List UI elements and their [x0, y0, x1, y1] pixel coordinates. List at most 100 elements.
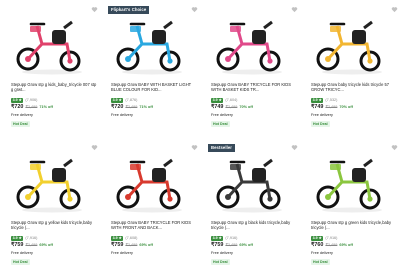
tricycle-image	[316, 158, 382, 213]
product-title[interactable]: Stepupp Grow stp g kids_baby_tricycle 00…	[11, 82, 97, 93]
discount: 70% off	[339, 105, 353, 109]
heart-icon	[91, 145, 98, 151]
product-card[interactable]: Stepupp Grow stp g green kids tricycle,b…	[304, 140, 400, 270]
wishlist-button[interactable]	[191, 6, 198, 13]
wishlist-button[interactable]	[391, 144, 398, 151]
rating-count: (7,916)	[225, 236, 238, 240]
price: ₹759	[211, 242, 224, 248]
product-card[interactable]: Stepupp Grow BABY TRICYCLE FOR KIDS WITH…	[204, 2, 302, 134]
heart-icon	[91, 7, 98, 13]
product-title[interactable]: Stepupp Grow stp g green kids tricycle,b…	[311, 220, 397, 231]
rating-row: 3.9 ★ (7,906)	[11, 97, 37, 103]
rating-row: 3.9 ★ (7,608)	[111, 235, 137, 241]
product-card[interactable]: Stepupp Grow baby tricycle kids tricycle…	[304, 2, 400, 134]
product-title[interactable]: Stepupp Grow BABY TRICYCLE FOR KIDS WITH…	[111, 220, 197, 231]
rating-row: 3.9 ★ (7,916)	[311, 235, 337, 241]
hot-deal-badge: Hot Deal	[311, 121, 330, 127]
product-card[interactable]: Stepupp Grow stp g kids_baby_tricycle 00…	[4, 2, 102, 134]
rating-row: 3.9 ★ (7,876)	[111, 97, 137, 103]
product-card[interactable]: Stepupp Grow BABY TRICYCLE FOR KIDS WITH…	[104, 140, 202, 270]
rating-badge: 3.9 ★	[11, 235, 24, 241]
discount: 71% off	[139, 105, 153, 109]
product-title[interactable]: Stepupp Grow baby tricycle kids tricycle…	[311, 82, 397, 93]
mrp: ₹2,499	[325, 243, 338, 247]
price-row: ₹749 ₹2,499 70% off	[311, 104, 353, 111]
price-row: ₹720 ₹2,499 71% off	[111, 104, 153, 111]
rating-row: 3.9 ★ (7,916)	[11, 235, 37, 241]
hot-deal-badge: Hot Deal	[211, 259, 230, 265]
price: ₹760	[311, 242, 324, 248]
delivery-info: Free delivery	[11, 251, 33, 255]
heart-icon	[191, 145, 198, 151]
price: ₹759	[111, 242, 124, 248]
product-card[interactable]: Stepupp Grow stp g yellow kids tricycle,…	[4, 140, 102, 270]
tricycle-image	[16, 158, 82, 213]
tricycle-image	[116, 20, 182, 75]
rating-count: (7,604)	[225, 98, 238, 102]
rating-badge: 3.9 ★	[211, 97, 224, 103]
price: ₹720	[11, 104, 24, 110]
wishlist-button[interactable]	[291, 144, 298, 151]
tricycle-image	[316, 20, 382, 75]
discount: 70% off	[239, 105, 253, 109]
price-row: ₹720 ₹2,499 71% off	[11, 104, 53, 111]
discount: 69% off	[339, 243, 353, 247]
price-row: ₹749 ₹2,499 70% off	[211, 104, 253, 111]
mrp: ₹2,499	[225, 105, 238, 109]
rating-badge: 3.9 ★	[111, 97, 124, 103]
hot-deal-badge: Hot Deal	[11, 259, 30, 265]
discount: 69% off	[239, 243, 253, 247]
product-image[interactable]	[212, 12, 292, 76]
product-title[interactable]: Stepupp Grow stp g yellow kids tricycle,…	[11, 220, 97, 231]
heart-icon	[191, 7, 198, 13]
tricycle-image	[216, 20, 282, 75]
wishlist-button[interactable]	[391, 6, 398, 13]
rating-badge: 3.9 ★	[211, 235, 224, 241]
product-image[interactable]	[212, 150, 292, 214]
price: ₹720	[111, 104, 124, 110]
delivery-info: Free delivery	[11, 113, 33, 117]
mrp: ₹2,499	[225, 243, 238, 247]
delivery-info: Free delivery	[211, 251, 233, 255]
heart-icon	[391, 145, 398, 151]
product-image[interactable]	[12, 12, 92, 76]
rating-count: (7,906)	[25, 98, 38, 102]
product-image[interactable]	[312, 12, 392, 76]
wishlist-button[interactable]	[91, 6, 98, 13]
wishlist-button[interactable]	[191, 144, 198, 151]
product-grid: Stepupp Grow stp g kids_baby_tricycle 00…	[0, 0, 400, 270]
product-title[interactable]: Stepupp Grow BABY WITH BASKET LIGHT BLUE…	[111, 82, 197, 93]
product-card[interactable]: Bestseller Stepupp Grow stp g black kids …	[204, 140, 302, 270]
mrp: ₹2,499	[25, 105, 38, 109]
delivery-info: Free delivery	[311, 113, 333, 117]
rating-row: 3.9 ★ (7,532)	[311, 97, 337, 103]
rating-row: 3.9 ★ (7,604)	[211, 97, 237, 103]
price: ₹749	[311, 104, 324, 110]
product-title[interactable]: Stepupp Grow stp g black kids tricycle,b…	[211, 220, 297, 231]
discount: 71% off	[39, 105, 53, 109]
wishlist-button[interactable]	[91, 144, 98, 151]
price-row: ₹759 ₹2,499 69% off	[211, 242, 253, 249]
product-card[interactable]: Flipkart's Choice Stepupp Grow BABY WITH …	[104, 2, 202, 134]
rating-badge: 3.9 ★	[311, 235, 324, 241]
rating-count: (7,532)	[325, 98, 338, 102]
mrp: ₹2,499	[325, 105, 338, 109]
price: ₹759	[11, 242, 24, 248]
product-title[interactable]: Stepupp Grow BABY TRICYCLE FOR KIDS WITH…	[211, 82, 297, 93]
mrp: ₹2,499	[125, 105, 138, 109]
product-image[interactable]	[312, 150, 392, 214]
heart-icon	[291, 145, 298, 151]
delivery-info: Free delivery	[111, 251, 133, 255]
price-row: ₹760 ₹2,499 69% off	[311, 242, 353, 249]
product-image[interactable]	[112, 12, 192, 76]
product-image[interactable]	[12, 150, 92, 214]
hot-deal-badge: Hot Deal	[211, 121, 230, 127]
product-image[interactable]	[112, 150, 192, 214]
rating-count: (7,876)	[125, 98, 138, 102]
delivery-info: Free delivery	[211, 113, 233, 117]
hot-deal-badge: Hot Deal	[11, 121, 30, 127]
mrp: ₹2,499	[25, 243, 38, 247]
delivery-info: Free delivery	[311, 251, 333, 255]
wishlist-button[interactable]	[291, 6, 298, 13]
heart-icon	[391, 7, 398, 13]
